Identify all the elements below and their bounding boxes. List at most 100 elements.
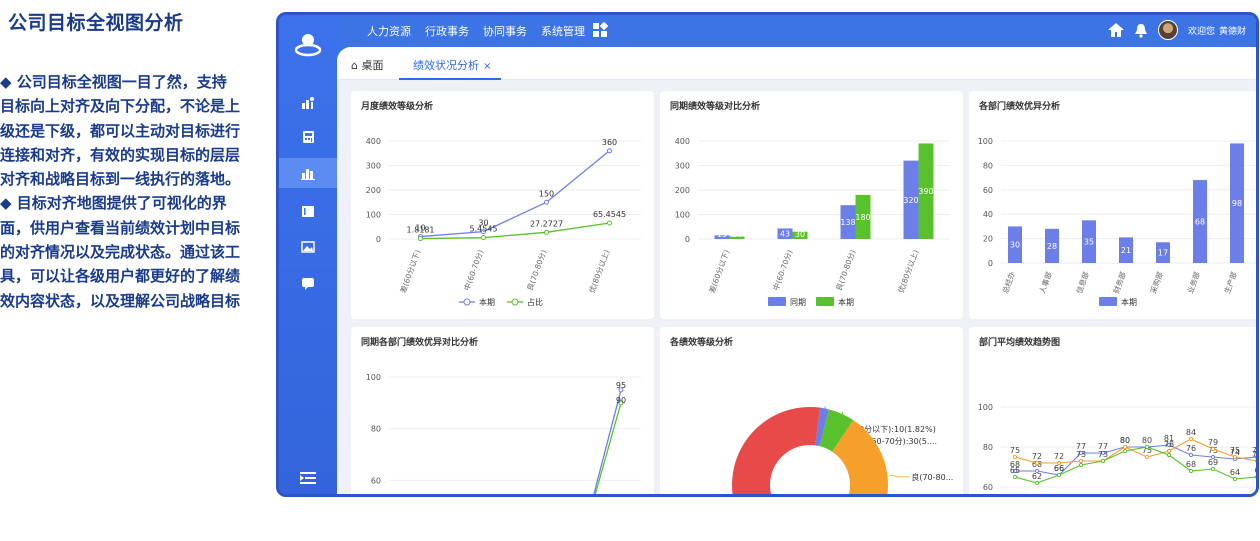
trend-data-label: 73 xyxy=(1076,450,1086,459)
home-small-icon: ⌂ xyxy=(351,59,358,72)
compare-xtick-label: 中(60-70分) xyxy=(770,248,794,292)
trend-data-label: 78 xyxy=(1164,440,1174,449)
monthly-xtick-label: 中(60-70分) xyxy=(461,248,485,292)
trend-ytick-label: 80 xyxy=(983,443,993,452)
chart-deptcompare: 406080100309590 xyxy=(366,373,641,494)
trend-data-label: 62 xyxy=(1032,472,1042,481)
dept-ytick-label: 40 xyxy=(983,210,993,219)
compare-bar-label: 138 xyxy=(840,218,855,227)
dept-legend-label: 本期 xyxy=(1121,297,1137,307)
trend-data-label: 65 xyxy=(1010,466,1020,475)
chart-monthly: 0 100 200 300 400 差(60分以下) 中(60-70分) 良(70-80分) 优… xyxy=(366,137,641,307)
chart-dept: 0 20 40 60 80 100 总经办 人事部 信息部 财务部 采购部 业务部 生产部 30 28 35 2… xyxy=(978,137,1256,307)
dept-ytick-label: 20 xyxy=(983,235,993,244)
list-icon[interactable] xyxy=(300,203,316,219)
dept-ytick-label: 100 xyxy=(978,137,993,146)
compare-bar-label: 30 xyxy=(795,230,805,239)
trend-point xyxy=(1188,436,1194,442)
trend-point xyxy=(1188,468,1194,474)
image-icon[interactable] xyxy=(300,239,316,255)
menu-item-collab[interactable]: 协同事务 xyxy=(483,23,527,39)
compare-legend-swatch xyxy=(816,297,834,306)
monthly-point xyxy=(607,220,612,226)
user-name[interactable]: 黄德财 xyxy=(1219,24,1246,37)
app-logo xyxy=(294,34,322,57)
top-menu: 人力资源 行政事务 协同事务 系统管理 xyxy=(367,23,585,39)
monthly-ytick-label: 0 xyxy=(376,235,381,244)
menu-item-admin[interactable]: 行政事务 xyxy=(425,23,469,39)
trend-data-label: 73 xyxy=(1252,450,1256,459)
bell-icon[interactable] xyxy=(1134,23,1148,38)
trend-point xyxy=(1166,452,1172,458)
dept-ytick-label: 80 xyxy=(983,161,993,170)
trend-point xyxy=(1078,462,1084,468)
trend-data-label: 68 xyxy=(1186,460,1196,469)
intro-body: ◆ 公司目标全视图一目了然，支持目标向上对齐及向下分配，不论是上级还是下级，都可… xyxy=(0,70,240,313)
card-pie: 各绩效等级分析 差(60分以下):10(1.82%) 中(60-70分):30(5… xyxy=(660,327,963,494)
deptcompare-data-label: 95 xyxy=(616,381,626,390)
chart-trend: 4060801006868667777808081767574757572727… xyxy=(978,403,1256,492)
trend-ytick-label: 60 xyxy=(983,483,993,492)
compare-legend-label: 本期 xyxy=(838,297,854,307)
grid-apps-icon[interactable] xyxy=(592,22,608,38)
trend-data-label: 66 xyxy=(1054,464,1064,473)
trend-point xyxy=(1122,448,1128,454)
compare-bar-label: 10 xyxy=(732,230,742,239)
pie-leader-line xyxy=(889,474,910,478)
menu-item-system[interactable]: 系统管理 xyxy=(541,23,585,39)
trend-data-label: 6 xyxy=(1254,466,1256,475)
dept-xtick-label: 业务部 xyxy=(1185,270,1202,295)
dept-xtick-label: 人事部 xyxy=(1037,270,1054,295)
bar-person-icon[interactable] xyxy=(300,95,316,111)
trend-point xyxy=(1012,474,1018,480)
trend-point xyxy=(1034,480,1040,486)
monthly-point xyxy=(544,229,549,235)
tab-active-underline xyxy=(399,78,502,80)
card-trend: 部门平均绩效趋势图 406080100686866777780808176757… xyxy=(969,327,1256,494)
trend-data-label: 75 xyxy=(1010,446,1020,455)
tab-performance-label: 绩效状况分析 xyxy=(413,59,479,72)
compare-ytick-label: 300 xyxy=(675,162,690,171)
bar-chart-icon[interactable] xyxy=(279,158,337,188)
card-deptcompare: 同期各部门绩效优异对比分析 406080100309590 xyxy=(351,327,654,494)
deptcompare-ytick-label: 100 xyxy=(366,373,381,382)
tab-home[interactable]: ⌂ 桌面 xyxy=(351,57,383,73)
tab-performance[interactable]: 绩效状况分析 × xyxy=(399,57,502,80)
compare-legend-swatch xyxy=(768,297,786,306)
menu-fold-icon[interactable] xyxy=(300,470,316,486)
monthly-data-label: 1.8181 xyxy=(407,226,435,235)
avatar[interactable] xyxy=(1157,20,1178,40)
deptcompare-ytick-label: 80 xyxy=(371,425,381,434)
trend-data-label: 79 xyxy=(1208,438,1218,447)
intro-paragraph-1: ◆ 公司目标全视图一目了然，支持目标向上对齐及向下分配，不论是上级还是下级，都可… xyxy=(0,73,241,189)
trend-data-label: 80 xyxy=(1142,436,1152,445)
compare-ytick-label: 400 xyxy=(675,137,690,146)
trend-point xyxy=(1232,454,1238,460)
monthly-xtick-label: 良(70-80分) xyxy=(524,248,548,292)
monthly-point xyxy=(418,236,423,242)
tab-home-label: 桌面 xyxy=(361,59,384,72)
main-content: ⌂ 桌面 绩效状况分析 × 月度绩效等级分析 0 100 200 300 400 差(60分… xyxy=(337,47,1256,494)
trend-data-label: 64 xyxy=(1230,468,1240,477)
monthly-point xyxy=(481,235,486,241)
trend-series-line-2 xyxy=(1014,446,1256,484)
menu-item-hr[interactable]: 人力资源 xyxy=(367,23,411,39)
dept-bar-label: 30 xyxy=(1010,241,1020,250)
trend-series-line-1 xyxy=(1014,438,1256,464)
compare-ytick-label: 0 xyxy=(685,235,690,244)
chart-pie: 差(60分以下):10(1.82%)中(60-70分):30(5....良(70… xyxy=(732,406,953,494)
trend-ytick-label: 100 xyxy=(978,403,993,412)
deptcompare-data-label: 90 xyxy=(616,396,626,405)
monthly-data-label: 360 xyxy=(602,138,617,147)
chat-icon[interactable] xyxy=(300,275,316,291)
calculator-icon[interactable] xyxy=(300,129,316,145)
tab-close-icon[interactable]: × xyxy=(483,61,491,72)
dept-xtick-label: 总经办 xyxy=(1000,270,1017,295)
trend-point xyxy=(1232,476,1238,482)
trend-point xyxy=(1144,444,1150,450)
home-icon[interactable] xyxy=(1107,23,1124,37)
compare-bar-label: 15 xyxy=(717,230,727,239)
intro-title: 公司目标全视图分析 xyxy=(8,12,184,34)
welcome-text: 欢迎您 xyxy=(1187,26,1215,37)
compare-bar-label: 43 xyxy=(780,230,790,239)
